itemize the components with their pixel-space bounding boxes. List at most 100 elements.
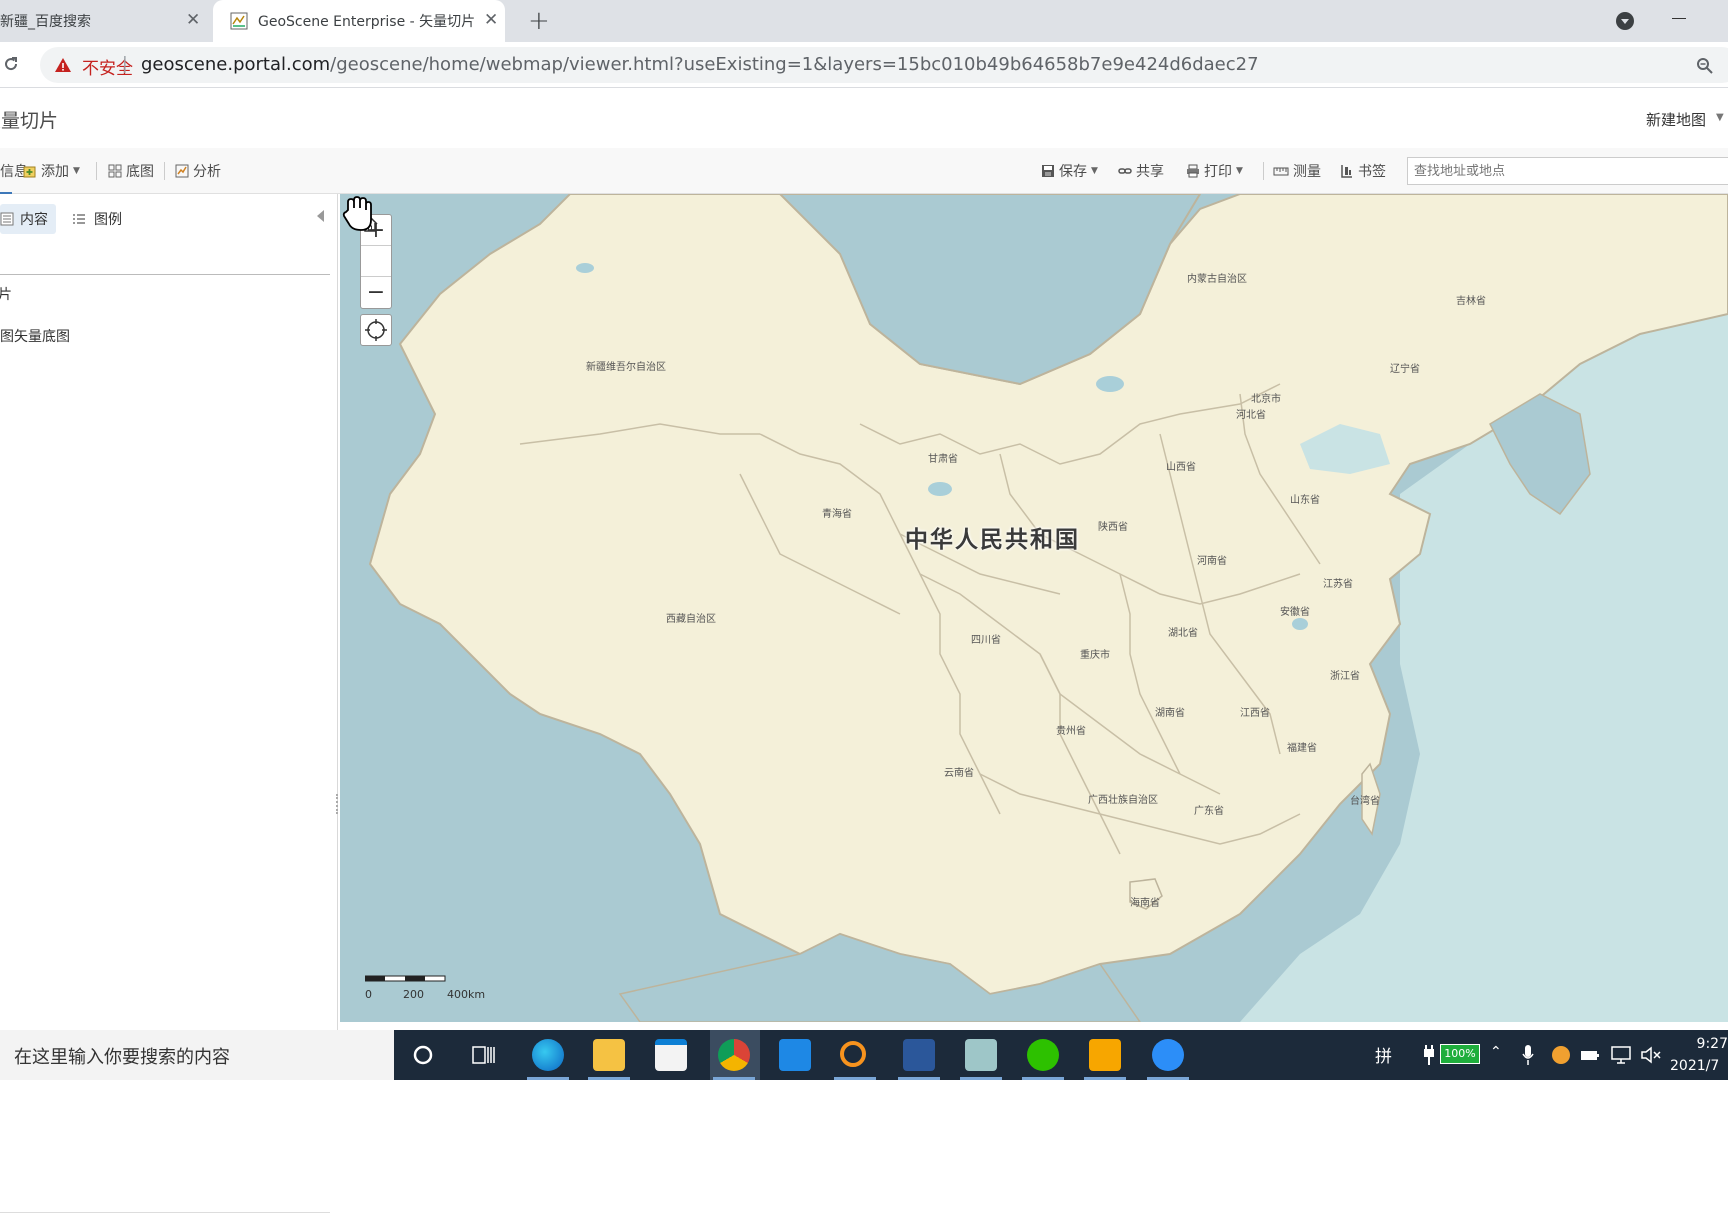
scale-label: 200 bbox=[403, 988, 424, 1001]
window-minimize-button[interactable] bbox=[1672, 18, 1686, 19]
map-label: 重庆市 bbox=[1080, 650, 1110, 661]
share-link-icon bbox=[1118, 168, 1132, 174]
tray-overflow-icon[interactable]: ⌃ bbox=[1490, 1044, 1502, 1060]
map-label: 山东省 bbox=[1290, 495, 1320, 506]
battery-indicator[interactable]: 100% bbox=[1440, 1044, 1480, 1064]
print-button[interactable]: 打印 ▼ bbox=[1186, 148, 1243, 194]
taskbar-search-box[interactable]: 在这里输入你要搜索的内容 bbox=[0, 1030, 394, 1080]
chrome-icon[interactable] bbox=[718, 1039, 750, 1071]
tab-legend[interactable]: 图例 bbox=[72, 204, 122, 234]
url-text[interactable]: geoscene.portal.com/geoscene/home/webmap… bbox=[141, 54, 1259, 75]
map-label: 台湾省 bbox=[1350, 796, 1380, 807]
locate-button[interactable] bbox=[360, 314, 392, 346]
tab-search-icon[interactable] bbox=[1616, 12, 1634, 30]
map-label: 陕西省 bbox=[1098, 522, 1128, 533]
new-tab-button[interactable]: + bbox=[528, 6, 550, 36]
map-toolbar: 详细信息 添加 ▼ 底图 分析 保存 ▼ 共享 打印 ▼ 测量 书签 bbox=[0, 148, 1728, 194]
tab-close-icon[interactable]: ✕ bbox=[186, 10, 200, 30]
mail-icon[interactable] bbox=[779, 1039, 811, 1071]
tab-close-icon[interactable]: ✕ bbox=[484, 10, 498, 30]
analysis-button[interactable]: 分析 bbox=[175, 148, 221, 194]
map-label: 海南省 bbox=[1130, 898, 1160, 909]
map-title: 矢量切片 bbox=[0, 110, 59, 132]
wechat-icon[interactable] bbox=[1027, 1039, 1059, 1071]
add-layer-icon bbox=[23, 166, 36, 178]
toolbar-divider bbox=[96, 162, 97, 180]
task-view-icon[interactable] bbox=[472, 1044, 496, 1066]
file-explorer-icon[interactable] bbox=[593, 1039, 625, 1071]
clock-date: 2021/7 bbox=[1670, 1058, 1720, 1074]
add-button[interactable]: 添加 ▼ bbox=[23, 148, 80, 194]
warning-icon[interactable] bbox=[54, 56, 72, 74]
chevron-down-icon[interactable]: ▼ bbox=[1716, 112, 1724, 123]
ime-indicator[interactable]: 拼 bbox=[1375, 1042, 1392, 1067]
map-label: 浙江省 bbox=[1330, 671, 1360, 682]
search-tool-icon[interactable] bbox=[840, 1041, 866, 1067]
panel-splitter[interactable] bbox=[336, 794, 338, 814]
battery-tray-icon[interactable] bbox=[1580, 1047, 1600, 1063]
omnibox[interactable]: 不安全 | geoscene.portal.com/geoscene/home/… bbox=[40, 47, 1728, 83]
save-icon bbox=[1042, 165, 1054, 177]
address-search-input[interactable] bbox=[1407, 157, 1728, 185]
tab-content[interactable]: 内容 bbox=[0, 204, 56, 234]
share-label: 共享 bbox=[1136, 164, 1164, 180]
notes-app-icon[interactable] bbox=[965, 1039, 997, 1071]
toolbar-divider bbox=[1263, 162, 1264, 180]
chevron-down-icon: ▼ bbox=[1091, 166, 1098, 176]
zoom-out-button[interactable]: − bbox=[361, 277, 391, 308]
geoscene-favicon-icon bbox=[230, 12, 248, 30]
map-label: 江西省 bbox=[1240, 708, 1270, 719]
basemap-button[interactable]: 底图 bbox=[108, 148, 154, 194]
layer-item[interactable]: 地图矢量底图 bbox=[0, 326, 70, 346]
store-icon[interactable] bbox=[655, 1039, 687, 1071]
add-label: 添加 bbox=[41, 164, 69, 180]
layer-item[interactable]: 矢量切片 bbox=[0, 284, 12, 304]
new-map-button[interactable]: 新建地图 bbox=[1646, 109, 1706, 130]
tab-content-label: 内容 bbox=[20, 212, 48, 228]
share-button[interactable]: 共享 bbox=[1118, 148, 1164, 194]
clock-time: 9:27 bbox=[1696, 1036, 1728, 1052]
system-clock[interactable]: 9:27 2021/7 bbox=[1670, 1033, 1728, 1077]
collapse-panel-arrow-icon[interactable] bbox=[317, 210, 324, 222]
microphone-icon[interactable] bbox=[1522, 1044, 1534, 1066]
map-label: 辽宁省 bbox=[1390, 364, 1420, 375]
locate-crosshair-icon bbox=[365, 319, 387, 341]
map-view[interactable]: 内蒙古自治区 吉林省 新疆维吾尔自治区 辽宁省 北京市 河北省 甘肃省 山西省 … bbox=[340, 194, 1728, 1022]
layer-label: 矢量切片 bbox=[0, 287, 12, 303]
map-label: 河南省 bbox=[1197, 556, 1227, 567]
home-button[interactable] bbox=[361, 215, 391, 277]
chevron-down-icon: ▼ bbox=[73, 166, 80, 176]
pan-hand-cursor-icon bbox=[342, 196, 372, 231]
map-label: 湖南省 bbox=[1155, 708, 1185, 719]
bookmarks-button[interactable]: 书签 bbox=[1340, 148, 1386, 194]
url-path: /geoscene/home/webmap/viewer.html?useExi… bbox=[330, 54, 1259, 75]
map-label: 江苏省 bbox=[1323, 579, 1353, 590]
save-label: 保存 bbox=[1059, 164, 1087, 180]
word-icon[interactable] bbox=[903, 1039, 935, 1071]
volume-muted-icon[interactable] bbox=[1640, 1045, 1662, 1065]
browser-tab-baidu[interactable]: 新疆_百度搜索 ✕ bbox=[0, 0, 210, 42]
arcgis-pro-icon[interactable] bbox=[1089, 1039, 1121, 1071]
network-icon[interactable] bbox=[1610, 1045, 1632, 1065]
zoom-icon[interactable] bbox=[1696, 57, 1714, 75]
tab-legend-label: 图例 bbox=[94, 212, 122, 228]
browser-tab-geoscene[interactable]: GeoScene Enterprise - 矢量切片 ✕ bbox=[213, 0, 505, 42]
map-label: 吉林省 bbox=[1456, 296, 1486, 307]
map-label: 四川省 bbox=[971, 635, 1001, 646]
edge-icon[interactable] bbox=[532, 1039, 564, 1071]
map-label: 山西省 bbox=[1166, 462, 1196, 473]
scale-label: 0 bbox=[365, 988, 372, 1001]
power-plug-icon[interactable] bbox=[1422, 1045, 1436, 1065]
chevron-down-icon: ▼ bbox=[1236, 166, 1243, 176]
measure-button[interactable]: 测量 bbox=[1273, 148, 1321, 194]
toolbar-divider bbox=[164, 162, 165, 180]
qq-icon[interactable] bbox=[1552, 1046, 1570, 1064]
contents-panel: 内容 图例 矢量切片 地图矢量底图 bbox=[0, 194, 338, 1213]
save-button[interactable]: 保存 ▼ bbox=[1041, 148, 1098, 194]
feishu-icon[interactable] bbox=[1152, 1039, 1184, 1071]
bookmarks-label: 书签 bbox=[1358, 164, 1386, 180]
map-label: 广东省 bbox=[1194, 806, 1224, 817]
scale-bar-graphic bbox=[365, 975, 446, 982]
reload-icon[interactable] bbox=[2, 55, 20, 73]
cortana-icon[interactable] bbox=[412, 1044, 434, 1066]
